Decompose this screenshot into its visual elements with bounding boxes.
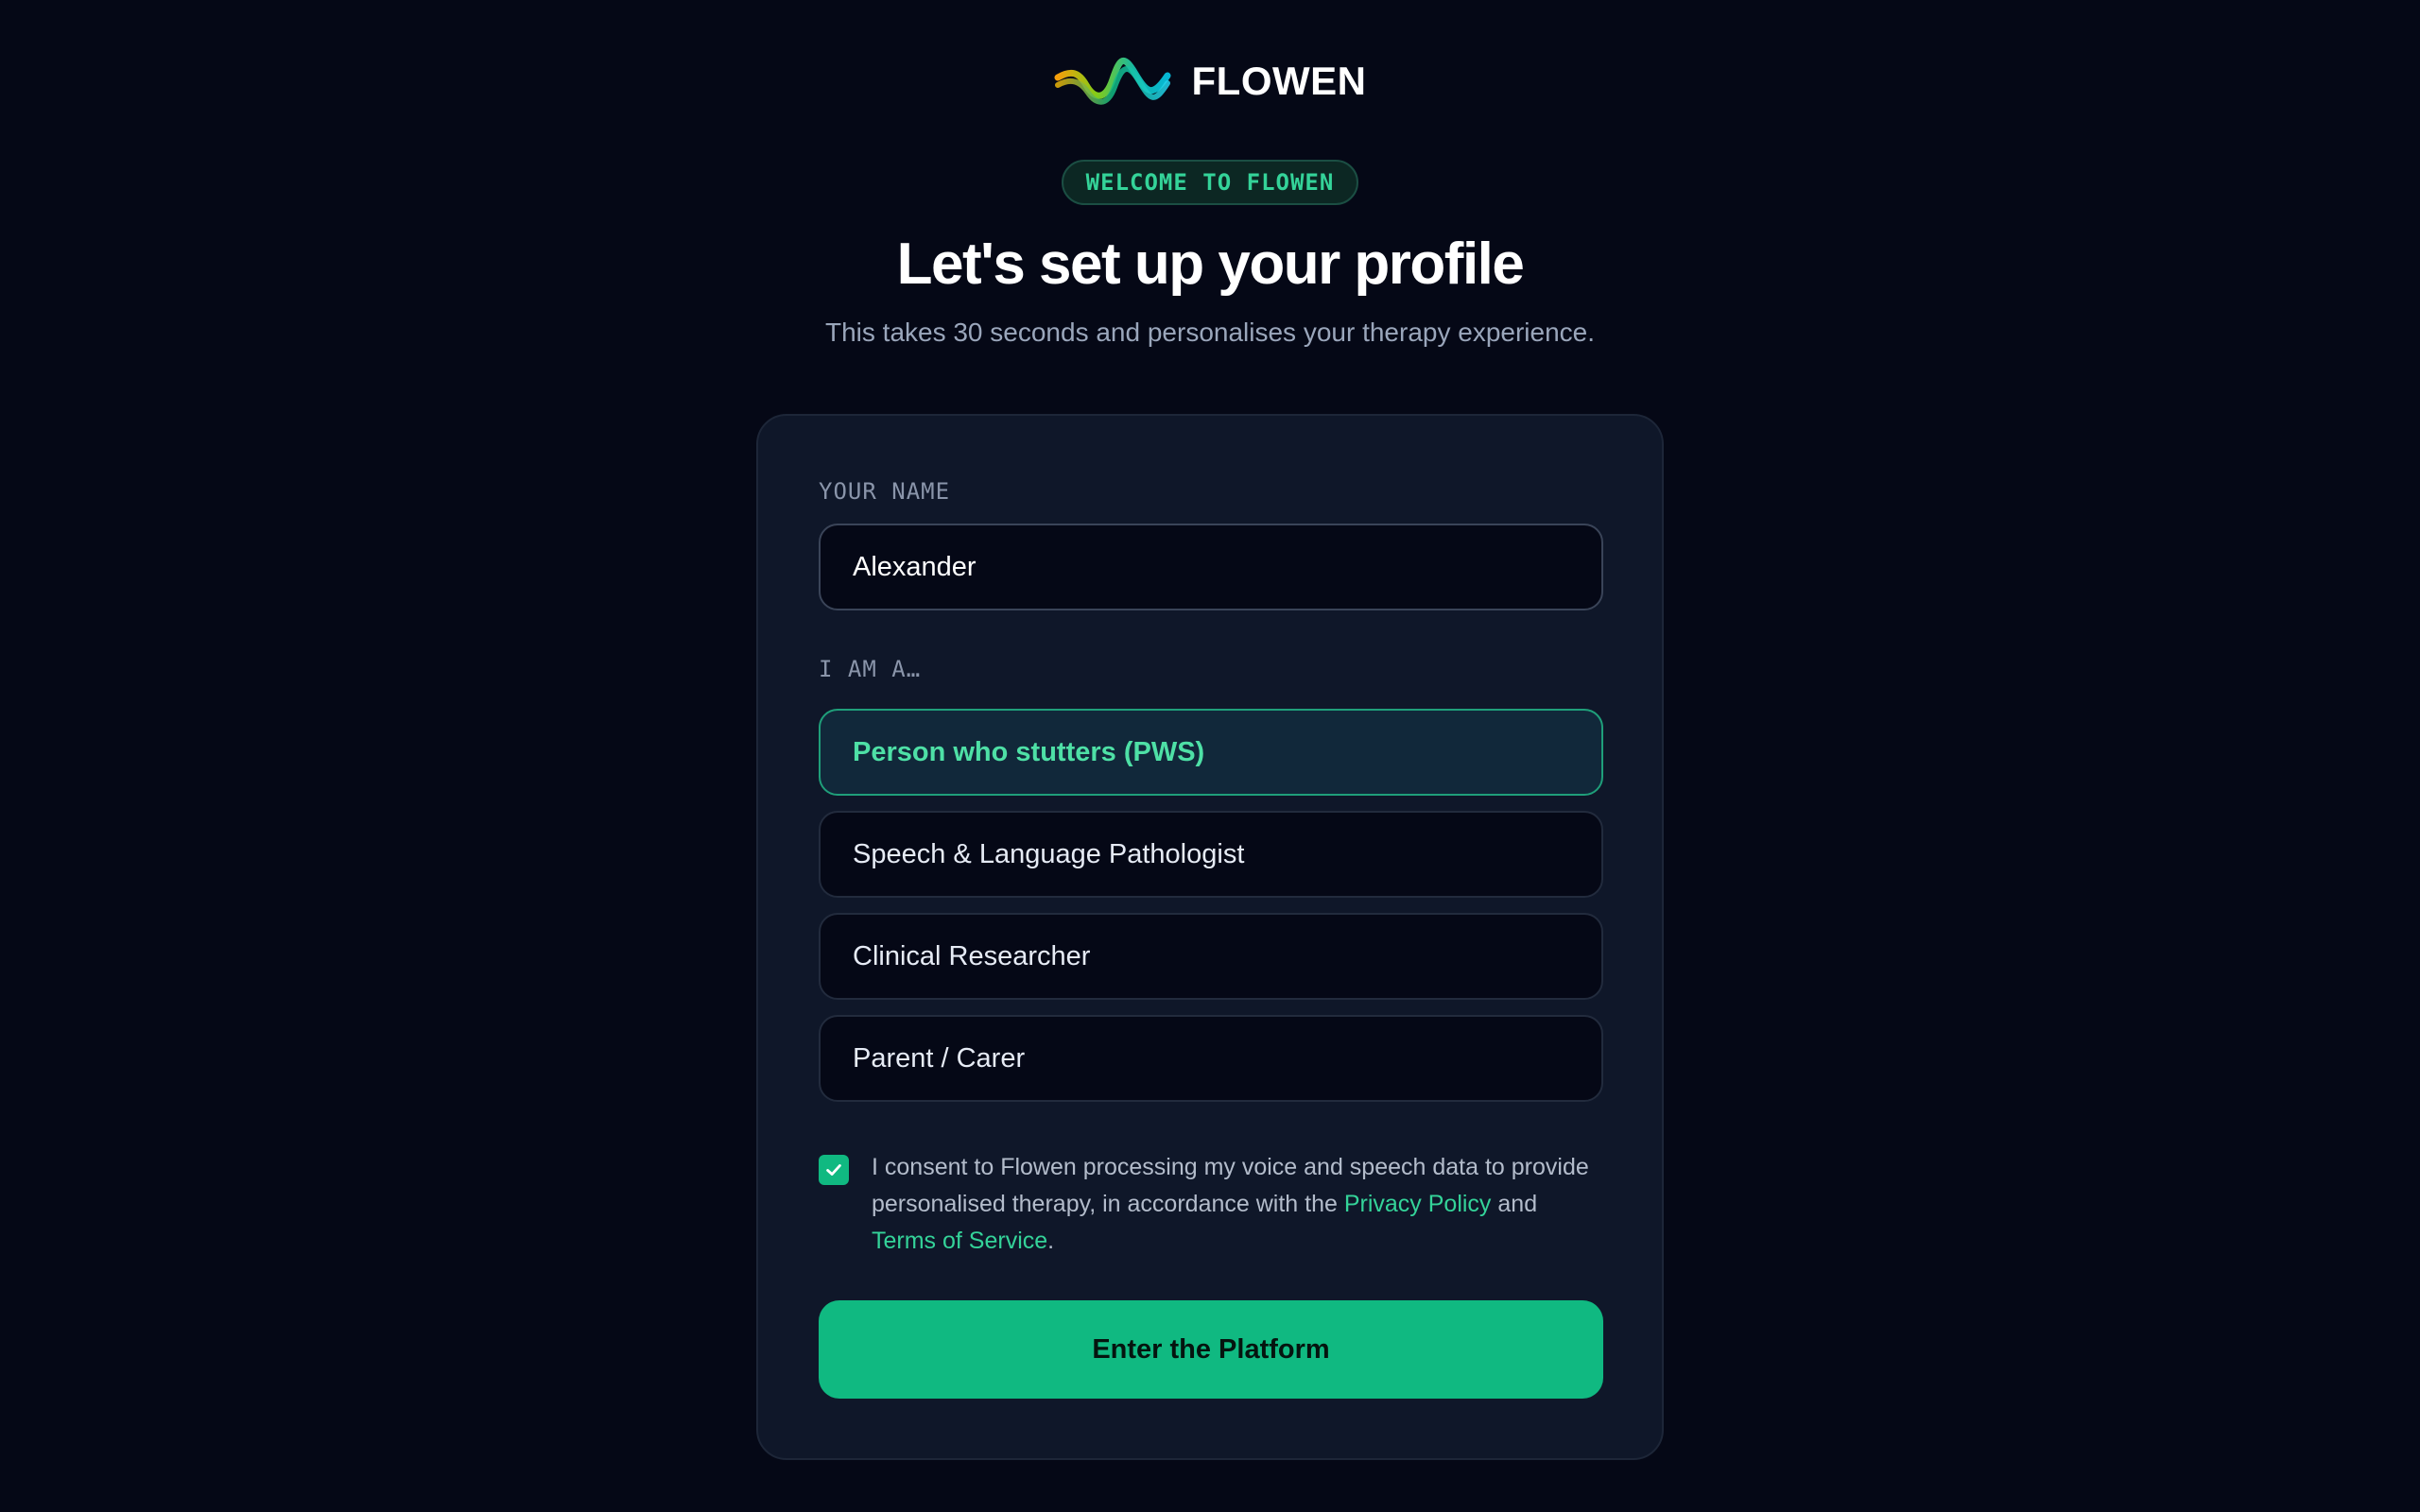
name-input[interactable] <box>819 524 1603 610</box>
enter-platform-button[interactable]: Enter the Platform <box>819 1300 1603 1399</box>
brand-name: FLOWEN <box>1191 59 1367 103</box>
profile-form-card: YOUR NAME I AM A… Person who stutters (P… <box>756 414 1664 1460</box>
role-option-label: Person who stutters (PWS) <box>853 736 1205 767</box>
role-option-pws[interactable]: Person who stutters (PWS) <box>819 709 1603 796</box>
name-field-label: YOUR NAME <box>819 478 951 505</box>
checkmark-icon <box>826 1164 841 1176</box>
role-option-label: Parent / Carer <box>853 1042 1026 1074</box>
role-option-researcher[interactable]: Clinical Researcher <box>819 913 1603 1000</box>
onboarding-page: FLOWEN WELCOME TO FLOWEN Let's set up yo… <box>0 0 2420 1512</box>
welcome-badge: WELCOME TO FLOWEN <box>1061 160 1359 205</box>
role-option-parent[interactable]: Parent / Carer <box>819 1015 1603 1102</box>
role-option-label: Clinical Researcher <box>853 940 1091 971</box>
role-field-label: I AM A… <box>819 656 922 682</box>
wave-logo-icon <box>1054 58 1171 105</box>
brand-header: FLOWEN <box>0 53 2420 110</box>
page-title: Let's set up your profile <box>896 232 1525 297</box>
role-option-slp[interactable]: Speech & Language Pathologist <box>819 811 1603 898</box>
consent-checkbox[interactable] <box>819 1155 849 1185</box>
terms-of-service-link[interactable]: Terms of Service <box>872 1228 1047 1254</box>
consent-text: I consent to Flowen processing my voice … <box>872 1154 1589 1254</box>
consent-row: I consent to Flowen processing my voice … <box>819 1149 1603 1260</box>
page-subtitle: This takes 30 seconds and personalises y… <box>824 318 1596 347</box>
role-option-label: Speech & Language Pathologist <box>853 838 1245 869</box>
privacy-policy-link[interactable]: Privacy Policy <box>1344 1191 1492 1217</box>
